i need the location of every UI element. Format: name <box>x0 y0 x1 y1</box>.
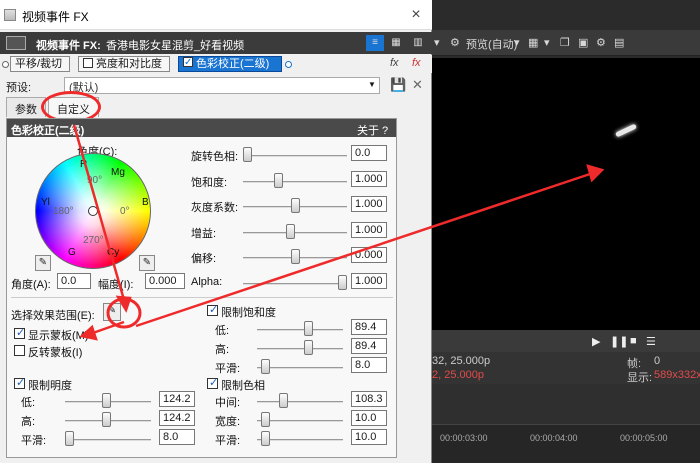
annotation-arrow <box>89 320 125 336</box>
annotation-arrowhead <box>79 324 98 341</box>
annotation-arrow <box>135 170 597 328</box>
annotation-overlay <box>72 124 605 341</box>
annotation-arrow <box>72 124 126 301</box>
annotation-arrowhead <box>586 164 605 183</box>
